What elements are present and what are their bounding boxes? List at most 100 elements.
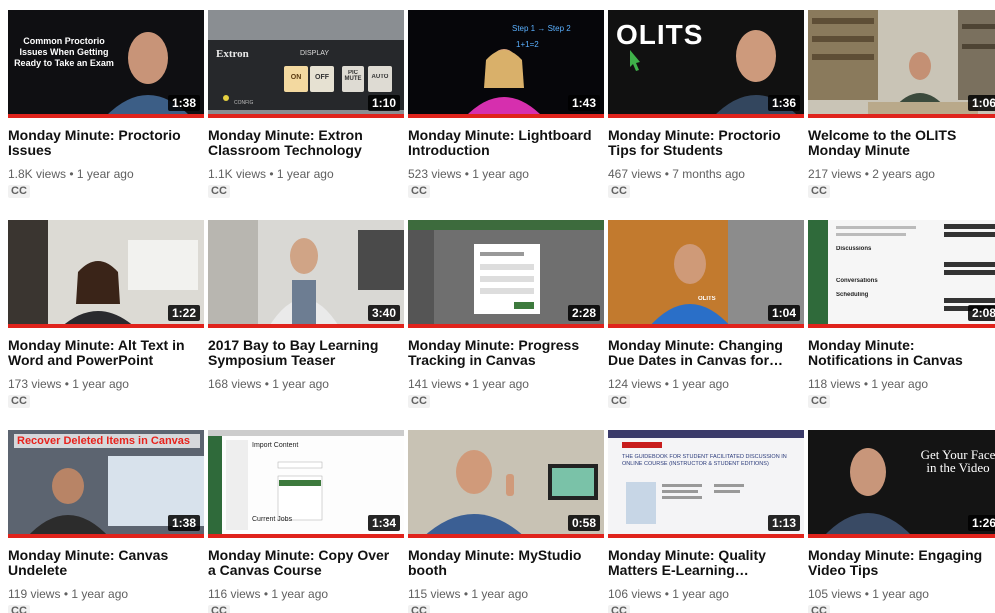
thumbnail-equation-text: 1+1=2 [516,40,539,49]
watch-progress-bar [208,534,404,538]
video-thumbnail[interactable]: Step 1 → Step 2 1+1=2 1:43 [408,10,604,118]
upload-age: 1 year ago [71,587,129,601]
video-thumbnail[interactable]: 1:22 [8,220,204,328]
video-card[interactable]: 2:28 Monday Minute: Progress Tracking in… [408,220,604,420]
watch-progress-bar [208,114,404,118]
video-title[interactable]: Monday Minute: Proctorio Tips for Studen… [608,128,804,158]
video-thumbnail[interactable]: Discussions Conversations Scheduling 2:0… [808,220,995,328]
video-meta: 173 views • 1 year ago [8,377,204,391]
thumbnail-subheading: Current Jobs [252,516,293,523]
video-title[interactable]: Monday Minute: Quality Matters E-Learnin… [608,548,804,578]
view-count: 118 views [808,377,861,391]
video-thumbnail[interactable]: 1:06 [808,10,995,118]
video-title[interactable]: Monday Minute: Alt Text in Word and Powe… [8,338,204,368]
video-card[interactable]: 1:06 Welcome to the OLITS Monday Minute … [808,10,995,210]
video-thumbnail[interactable]: 3:40 [208,220,404,328]
video-row: Common Proctorio Issues When Getting Rea… [8,10,995,210]
thumbnail-image: Discussions Conversations Scheduling [808,220,995,328]
meta-separator: • [464,167,469,181]
upload-age: 1 year ago [472,377,529,391]
thumbnail-step-text: Step 1 → Step 2 [512,24,571,33]
cc-badge: CC [808,395,830,408]
duration-badge: 2:08 [967,305,995,321]
video-title[interactable]: Monday Minute: Notifications in Canvas [808,338,995,368]
video-card[interactable]: OLITS 1:04 Monday Minute: Changing Due D… [608,220,804,420]
video-card[interactable]: Step 1 → Step 2 1+1=2 1:43 Monday Minute… [408,10,604,210]
video-meta: 467 views • 7 months ago [608,167,804,181]
video-card[interactable]: OLITS 1:36 Monday Minute: Proctorio Tips… [608,10,804,210]
video-card[interactable]: THE GUIDEBOOK FOR STUDENT FACILITATED DI… [608,430,804,613]
video-title[interactable]: Monday Minute: Proctorio Issues [8,128,204,158]
video-meta: 1.1K views • 1 year ago [208,167,404,181]
thumbnail-image: Get Your Face in the Video [808,430,995,538]
video-thumbnail[interactable]: Extron DISPLAY ON OFF PIC MUTE AUTO CONF… [208,10,404,118]
duration-badge: 1:06 [967,95,995,111]
watch-progress-bar [408,324,604,328]
meta-separator: • [64,377,69,391]
meta-separator: • [464,377,469,391]
video-thumbnail[interactable]: 2:28 [408,220,604,328]
video-thumbnail[interactable]: THE GUIDEBOOK FOR STUDENT FACILITATED DI… [608,430,804,538]
video-title[interactable]: Monday Minute: Extron Classroom Technolo… [208,128,404,158]
video-card[interactable]: Get Your Face in the Video 1:26 Monday M… [808,430,995,613]
video-title[interactable]: Monday Minute: Changing Due Dates in Can… [608,338,804,368]
upload-age: 2 years ago [872,167,935,181]
video-meta: 106 views • 1 year ago [608,587,804,601]
video-thumbnail[interactable]: Import Content Current Jobs 1:34 [208,430,404,538]
thumbnail-pic-label: PIC MUTE [344,70,362,82]
video-title[interactable]: Monday Minute: MyStudio booth [408,548,604,578]
duration-badge: 1:34 [367,515,400,531]
video-title[interactable]: Welcome to the OLITS Monday Minute [808,128,995,158]
view-count: 116 views [208,587,261,601]
video-card[interactable]: Discussions Conversations Scheduling 2:0… [808,220,995,420]
view-count: 467 views [608,167,662,181]
duration-badge: 1:43 [567,95,600,111]
video-card[interactable]: Import Content Current Jobs 1:34 Monday … [208,430,404,613]
video-title[interactable]: Monday Minute: Copy Over a Canvas Course [208,548,404,578]
video-title[interactable]: Monday Minute: Canvas Undelete [8,548,204,578]
meta-separator: • [264,377,269,391]
thumbnail-off-label: OFF [315,74,329,81]
video-thumbnail[interactable]: Get Your Face in the Video 1:26 [808,430,995,538]
video-thumbnail[interactable]: OLITS 1:04 [608,220,804,328]
video-thumbnail[interactable]: 0:58 [408,430,604,538]
watch-progress-bar [8,534,204,538]
video-title[interactable]: 2017 Bay to Bay Learning Symposium Tease… [208,338,404,368]
thumbnail-caption: Get Your Face in the Video [920,448,995,475]
cc-badge: CC [8,395,30,408]
cc-badge: CC [208,185,230,198]
duration-badge: 1:22 [167,305,200,321]
video-meta: 141 views • 1 year ago [408,377,604,391]
view-count: 168 views [208,377,262,391]
video-meta: 217 views • 2 years ago [808,167,995,181]
view-count: 1.8K views [8,167,67,181]
video-title[interactable]: Monday Minute: Progress Tracking in Canv… [408,338,604,368]
video-title[interactable]: Monday Minute: Lightboard Introduction [408,128,604,158]
video-thumbnail[interactable]: Recover Deleted Items in Canvas 1:38 [8,430,204,538]
upload-age: 1 year ago [871,377,929,391]
upload-age: 1 year ago [76,167,134,181]
duration-badge: 2:28 [567,305,600,321]
thumbnail-caption: Common Proctorio Issues When Getting Rea… [14,36,114,68]
duration-badge: 3:40 [367,305,400,321]
video-card[interactable]: 1:22 Monday Minute: Alt Text in Word and… [8,220,204,420]
view-count: 1.1K views [208,167,267,181]
video-card[interactable]: Recover Deleted Items in Canvas 1:38 Mon… [8,430,204,613]
thumbnail-image [808,10,995,118]
meta-separator: • [863,377,869,391]
video-meta: 1.8K views • 1 year ago [8,167,204,181]
thumbnail-display-label: DISPLAY [300,50,330,57]
video-thumbnail[interactable]: OLITS 1:36 [608,10,804,118]
video-thumbnail[interactable]: Common Proctorio Issues When Getting Rea… [8,10,204,118]
video-title[interactable]: Monday Minute: Engaging Video Tips [808,548,995,578]
video-card[interactable]: Extron DISPLAY ON OFF PIC MUTE AUTO CONF… [208,10,404,210]
video-card[interactable]: Common Proctorio Issues When Getting Rea… [8,10,204,210]
thumbnail-document-title: THE GUIDEBOOK FOR STUDENT FACILITATED DI… [622,454,787,467]
video-meta: 118 views • 1 year ago [808,377,995,391]
video-card[interactable]: 0:58 Monday Minute: MyStudio booth 115 v… [408,430,604,613]
video-meta: 105 views • 1 year ago [808,587,995,601]
video-row: Recover Deleted Items in Canvas 1:38 Mon… [8,430,995,613]
cc-badge: CC [808,185,830,198]
cc-badge: CC [8,185,30,198]
video-card[interactable]: 3:40 2017 Bay to Bay Learning Symposium … [208,220,404,420]
